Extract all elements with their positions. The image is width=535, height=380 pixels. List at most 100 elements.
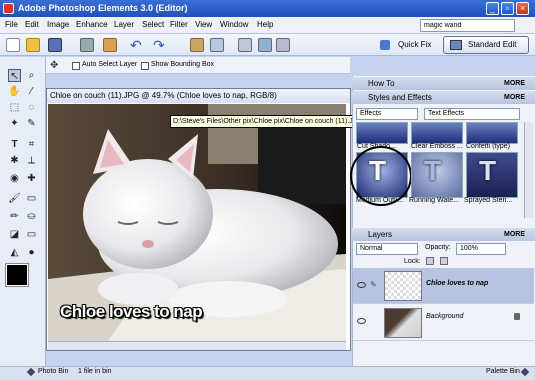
effects-scrollbar[interactable] xyxy=(524,122,533,218)
selection-brush-tool-icon[interactable]: ✎ xyxy=(25,117,38,130)
how-to-palette-header[interactable]: How To MORE xyxy=(352,77,535,90)
online-services-icon[interactable] xyxy=(103,38,117,52)
move-tool-icon[interactable]: ↖ xyxy=(8,69,21,82)
straighten-tool-icon[interactable]: ⟂ xyxy=(25,154,38,167)
quick-fix-button[interactable]: Quick Fix xyxy=(384,37,436,53)
layer-link-icon[interactable]: ✎ xyxy=(370,280,378,290)
undo-icon[interactable]: ↶ xyxy=(130,38,144,52)
move-option-icon: ✥ xyxy=(50,60,59,71)
blend-mode-select[interactable]: Normal xyxy=(356,243,418,255)
lock-transparency-icon[interactable] xyxy=(426,257,434,265)
effect-thumb-1[interactable] xyxy=(411,122,463,144)
bounding-box-checkbox[interactable] xyxy=(141,62,149,70)
zoom-tool-icon[interactable]: ⌕ xyxy=(25,69,38,82)
healing-brush-tool-icon[interactable]: ✚ xyxy=(25,172,38,185)
magic-wand-tool-icon[interactable]: ✦ xyxy=(8,117,21,130)
menu-help[interactable]: Help xyxy=(257,20,273,29)
menu-image[interactable]: Image xyxy=(47,20,69,29)
create-icon[interactable] xyxy=(238,38,252,52)
palette-bin-label[interactable]: Palette Bin xyxy=(486,368,520,375)
styles-palette-header[interactable]: Styles and Effects MORE xyxy=(352,91,535,104)
search-input[interactable] xyxy=(420,19,515,32)
print-icon[interactable] xyxy=(80,38,94,52)
adjust-icon[interactable] xyxy=(276,38,290,52)
type-tool-icon[interactable]: T xyxy=(8,138,21,151)
menu-file[interactable]: File xyxy=(5,20,18,29)
open-folder-icon[interactable] xyxy=(26,38,40,52)
eyedropper-tool-icon[interactable]: ⁄ xyxy=(25,85,38,98)
styles-more-button[interactable]: MORE xyxy=(504,91,525,104)
gradient-tool-icon[interactable]: ◪ xyxy=(8,228,21,241)
new-file-icon[interactable] xyxy=(6,38,20,52)
files-in-bin-count: 1 file in bin xyxy=(78,368,112,375)
effect-label-3: Medium Outli... xyxy=(356,197,404,204)
auto-select-checkbox[interactable] xyxy=(72,62,80,70)
paint-bucket-tool-icon[interactable]: ⛀ xyxy=(25,210,38,223)
menu-view[interactable]: View xyxy=(195,20,212,29)
layer-row-background[interactable] xyxy=(353,305,534,341)
menu-select[interactable]: Select xyxy=(142,20,164,29)
caption-text-layer[interactable]: Chloe loves to nap xyxy=(60,302,203,322)
marquee-tool-icon[interactable]: ⬚ xyxy=(8,101,21,114)
effect-thumb-0[interactable] xyxy=(356,122,408,144)
photo-browser-icon[interactable] xyxy=(190,38,204,52)
effects-category-select[interactable]: Effects xyxy=(356,108,418,120)
foreground-color-swatch[interactable] xyxy=(5,263,29,287)
standard-edit-icon xyxy=(450,40,462,50)
red-eye-tool-icon[interactable]: ◉ xyxy=(8,172,21,185)
background-visibility-eye-icon[interactable] xyxy=(357,318,366,324)
close-button[interactable]: × xyxy=(516,2,529,15)
styles-title: Styles and Effects xyxy=(368,93,432,102)
restore-button[interactable]: ▫ xyxy=(501,2,514,15)
menu-window[interactable]: Window xyxy=(220,20,248,29)
blur-tool-icon[interactable]: ◭ xyxy=(8,246,21,259)
layer-visibility-eye-icon[interactable] xyxy=(357,282,366,288)
eraser-tool-icon[interactable]: ▭ xyxy=(25,192,38,205)
crop-tool-icon[interactable]: ⌗ xyxy=(25,138,38,151)
how-to-title: How To xyxy=(368,79,395,88)
text-effects-select[interactable]: Text Effects xyxy=(424,108,520,120)
sponge-tool-icon[interactable]: ● xyxy=(25,246,38,259)
bounding-box-label: Show Bounding Box xyxy=(151,61,215,68)
minimize-button[interactable]: _ xyxy=(486,2,499,15)
how-to-more-button[interactable]: MORE xyxy=(504,77,525,90)
layers-title: Layers xyxy=(368,230,393,239)
menu-filter[interactable]: Filter xyxy=(170,20,188,29)
cookie-cutter-tool-icon[interactable]: ✱ xyxy=(8,154,21,167)
opacity-label: Opacity: xyxy=(425,244,451,251)
toolbox xyxy=(0,57,46,367)
window-title: Adobe Photoshop Elements 3.0 (Editor) xyxy=(18,3,188,13)
brush-tool-icon[interactable]: 🖌 xyxy=(8,192,21,205)
lasso-tool-icon[interactable]: ◌ xyxy=(25,101,38,114)
shape-tool-icon[interactable]: ▭ xyxy=(25,228,38,241)
lock-all-icon[interactable] xyxy=(440,257,448,265)
layers-more-button[interactable]: MORE xyxy=(504,228,525,241)
layer-name-background: Background xyxy=(426,313,464,320)
text-layer-thumbnail xyxy=(384,271,422,301)
photo-bin-label[interactable]: Photo Bin xyxy=(38,368,68,375)
running-water-t-glyph: T xyxy=(424,155,442,186)
effect-label-4: Running Wate... xyxy=(409,197,459,204)
sprayed-stencil-t-glyph: T xyxy=(479,155,497,186)
lock-label: Lock: xyxy=(404,258,421,265)
effect-thumb-2[interactable] xyxy=(466,122,518,144)
redo-icon[interactable]: ↷ xyxy=(153,38,167,52)
date-view-icon[interactable] xyxy=(210,38,224,52)
effect-label-2: Confetti (type) xyxy=(466,143,510,150)
background-layer-thumbnail xyxy=(384,308,422,338)
document-title: Chloe on couch (11).JPG @ 49.7% (Chloe l… xyxy=(47,89,350,103)
hand-tool-icon[interactable]: ✋ xyxy=(8,85,21,98)
app-icon xyxy=(3,3,14,14)
document-canvas[interactable]: Chloe loves to nap xyxy=(48,104,346,341)
menu-enhance[interactable]: Enhance xyxy=(76,20,108,29)
save-icon[interactable] xyxy=(48,38,62,52)
title-bar: Adobe Photoshop Elements 3.0 (Editor) xyxy=(0,0,535,17)
menu-edit[interactable]: Edit xyxy=(25,20,39,29)
layers-palette-header[interactable]: Layers MORE xyxy=(352,228,535,241)
resize-icon[interactable] xyxy=(258,38,272,52)
menu-layer[interactable]: Layer xyxy=(114,20,134,29)
opacity-input[interactable]: 100% xyxy=(456,243,506,255)
effect-label-1: Clear Emboss ... xyxy=(411,143,463,150)
horizontal-scrollbar[interactable] xyxy=(48,341,346,350)
pencil-tool-icon[interactable]: ✏ xyxy=(8,210,21,223)
